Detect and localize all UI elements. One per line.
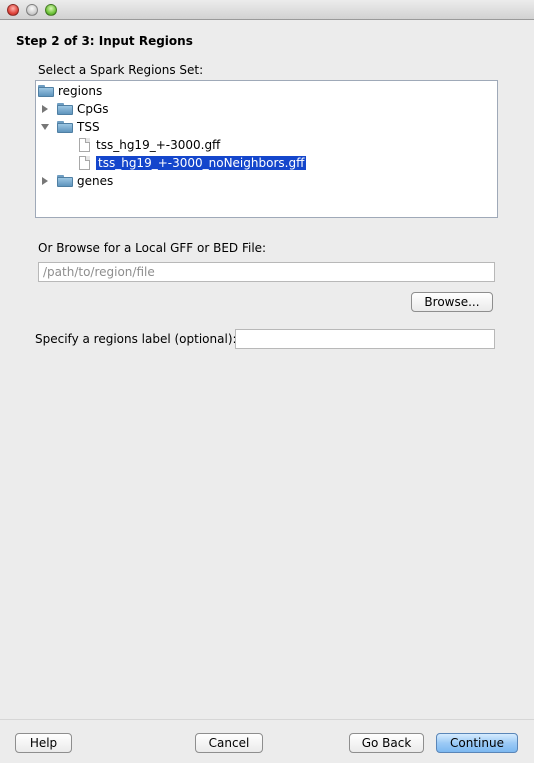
tree-label: Select a Spark Regions Set: [38,63,204,77]
browse-button[interactable]: Browse... [411,292,493,312]
close-window-button[interactable] [7,4,19,16]
tree-item-label: tss_hg19_+-3000_noNeighbors.gff [96,156,307,170]
collapse-arrow-icon[interactable] [40,122,50,132]
tree-item-genes[interactable]: genes [40,172,113,190]
footer-divider [0,719,534,720]
regions-label-prompt: Specify a regions label (optional): [35,332,237,346]
tree-item-file[interactable]: tss_hg19_+-3000.gff [79,136,220,154]
file-icon [79,138,90,152]
go-back-button[interactable]: Go Back [349,733,424,753]
tree-item-file-selected[interactable]: tss_hg19_+-3000_noNeighbors.gff [79,154,307,172]
file-path-input[interactable]: /path/to/region/file [38,262,495,282]
tree-item-label: regions [58,84,103,98]
cancel-button[interactable]: Cancel [195,733,263,753]
step-title: Step 2 of 3: Input Regions [16,34,193,48]
tree-item-cpgs[interactable]: CpGs [40,100,109,118]
folder-icon [57,175,73,187]
folder-icon [57,103,73,115]
tree-item-tss[interactable]: TSS [40,118,100,136]
title-bar [0,0,534,20]
expand-arrow-icon[interactable] [40,104,50,114]
tree-item-label: TSS [77,120,100,134]
continue-button[interactable]: Continue [436,733,518,753]
tree-item-label: genes [77,174,114,188]
tree-item-label: CpGs [77,102,109,116]
file-icon [79,156,90,170]
browse-label: Or Browse for a Local GFF or BED File: [38,241,267,255]
folder-icon [57,121,73,133]
tree-item-label: tss_hg19_+-3000.gff [96,138,221,152]
folder-icon [38,85,54,97]
file-path-placeholder: /path/to/region/file [43,265,155,279]
maximize-window-button[interactable] [45,4,57,16]
expand-arrow-icon[interactable] [40,176,50,186]
regions-label-input[interactable] [235,329,495,349]
help-button[interactable]: Help [15,733,72,753]
regions-tree[interactable]: regions CpGs TSS tss_hg19_+-3000.gff tss… [35,80,498,218]
minimize-window-button[interactable] [26,4,38,16]
tree-item-regions[interactable]: regions [38,82,102,100]
